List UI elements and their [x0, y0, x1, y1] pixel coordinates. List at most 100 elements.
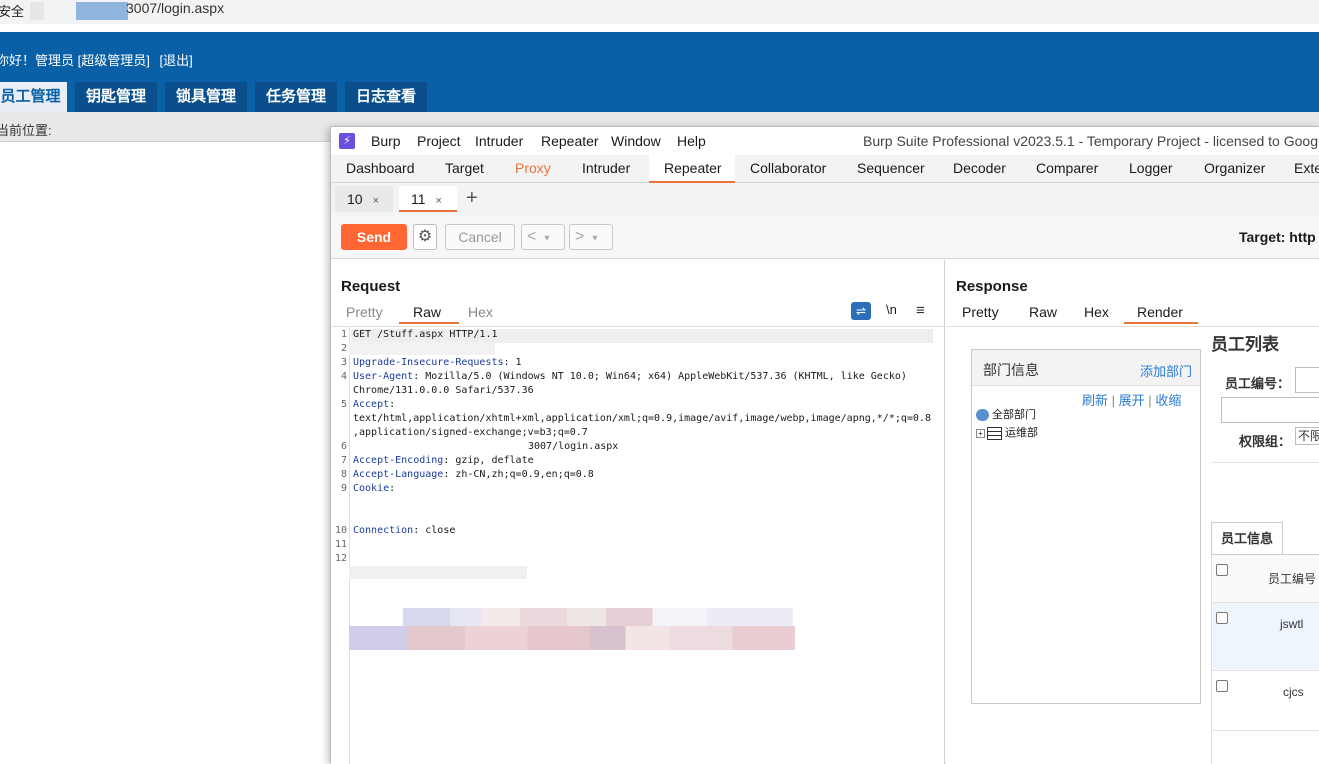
menu-intruder[interactable]: Intruder: [475, 133, 523, 149]
menu-window[interactable]: Window: [611, 133, 661, 149]
employee-id-input[interactable]: [1295, 367, 1319, 393]
forward-button[interactable]: > ▾: [569, 224, 613, 250]
tab-organizer[interactable]: Organizer: [1204, 160, 1265, 176]
repeater-tab-label: 11: [411, 191, 426, 207]
response-view-hex[interactable]: Hex: [1084, 304, 1109, 320]
table-row[interactable]: cjcs: [1212, 671, 1319, 731]
tab-collaborator[interactable]: Collaborator: [750, 160, 826, 176]
table-header-row: 员工编号: [1212, 555, 1319, 603]
tab-dashboard[interactable]: Dashboard: [346, 160, 415, 176]
request-view-hex[interactable]: Hex: [468, 304, 493, 320]
tab-logger[interactable]: Logger: [1129, 160, 1173, 176]
group-select[interactable]: 不限: [1295, 427, 1319, 445]
tab-extensions[interactable]: Exte: [1294, 160, 1319, 176]
tab-decoder[interactable]: Decoder: [953, 160, 1006, 176]
nav-tab-tasks[interactable]: 任务管理: [255, 82, 337, 112]
wrap-lines-icon[interactable]: ⇌: [851, 302, 871, 320]
nav-tab-keys[interactable]: 钥匙管理: [75, 82, 157, 112]
line-number: 9: [340, 483, 347, 494]
select-all-checkbox[interactable]: [1216, 564, 1228, 576]
welcome-text: 你好！管理员 [超级管理员] [退出]: [0, 50, 199, 69]
logout-link[interactable]: [退出]: [159, 53, 192, 68]
redacted-cookie: [403, 608, 793, 626]
cell-employee-id: jswtl: [1280, 617, 1304, 631]
header-key: Cookie: [353, 483, 390, 494]
add-tab-icon[interactable]: +: [466, 187, 478, 210]
row-checkbox[interactable]: [1216, 612, 1228, 624]
settings-gear-icon[interactable]: ⚙: [413, 224, 437, 250]
header-value: : close: [413, 525, 456, 536]
security-label[interactable]: 安全: [0, 1, 24, 20]
breadcrumb-label: 当前位置:: [0, 123, 52, 138]
tree-root[interactable]: 全部部门: [976, 406, 1036, 422]
row-checkbox[interactable]: [1216, 680, 1228, 692]
browser-address-bar[interactable]: 安全 3007/login.aspx: [0, 0, 1319, 24]
dept-title: 部门信息: [983, 362, 1039, 378]
group-label: 权限组：: [1239, 434, 1292, 449]
search-input[interactable]: [1221, 397, 1319, 423]
code-line: Accept-Language: zh-CN,zh;q=0.9,en;q=0.8: [353, 469, 594, 480]
expand-toggle-icon[interactable]: +: [976, 428, 985, 438]
tree-node-ops[interactable]: + 运维部: [976, 424, 1038, 440]
dept-panel: 部门信息 添加部门 刷新 | 展开 | 收缩 全部部门 + 运维部: [971, 349, 1201, 704]
header-value: : zh-CN,zh;q=0.9,en;q=0.8: [443, 469, 594, 480]
chevron-down-icon[interactable]: ▾: [592, 233, 597, 244]
nav-tab-logs[interactable]: 日志查看: [345, 82, 427, 112]
forward-arrow-icon: >: [575, 228, 585, 245]
table-row[interactable]: jswtl: [1212, 603, 1319, 671]
menu-repeater[interactable]: Repeater: [541, 133, 599, 149]
menu-burp[interactable]: Burp: [371, 133, 401, 149]
response-view-render[interactable]: Render: [1137, 304, 1183, 320]
tree-node-label: 运维部: [1005, 427, 1038, 439]
newline-toggle-icon[interactable]: \n: [886, 302, 897, 317]
employee-table: 员工编号 jswtl cjcs: [1211, 555, 1319, 764]
close-icon[interactable]: ×: [436, 195, 442, 207]
target-label[interactable]: Target: http: [1239, 229, 1316, 245]
tab-comparer[interactable]: Comparer: [1036, 160, 1098, 176]
line-number: 1: [340, 329, 347, 340]
expand-link[interactable]: 展开: [1119, 393, 1145, 408]
response-view-raw[interactable]: Raw: [1029, 304, 1057, 320]
dept-actions: 刷新 | 展开 | 收缩: [1082, 390, 1181, 409]
tab-proxy[interactable]: Proxy: [515, 160, 551, 176]
tab-repeater[interactable]: Repeater: [664, 160, 722, 176]
user-greeting: 你好！管理员 [超级管理员]: [0, 53, 150, 68]
url-text[interactable]: 3007/login.aspx: [126, 0, 224, 16]
back-button[interactable]: < ▾: [521, 224, 565, 250]
browser-strip: [0, 24, 1319, 32]
code-line: text/html,application/xhtml+xml,applicat…: [353, 413, 931, 424]
menu-icon[interactable]: ≡: [916, 302, 925, 319]
tab-intruder[interactable]: Intruder: [582, 160, 630, 176]
nav-tab-staff[interactable]: 员工管理: [0, 82, 67, 112]
code-line: Accept:: [353, 399, 395, 410]
close-icon[interactable]: ×: [373, 195, 379, 207]
collapse-link[interactable]: 收缩: [1155, 393, 1181, 408]
tab-sequencer[interactable]: Sequencer: [857, 160, 925, 176]
nav-tab-locks[interactable]: 锁具管理: [165, 82, 247, 112]
repeater-tab-11[interactable]: 11 ×: [399, 186, 457, 212]
divider: [1211, 462, 1319, 463]
repeater-tab-10[interactable]: 10 ×: [335, 186, 393, 212]
tab-employee-info[interactable]: 员工信息: [1211, 522, 1283, 554]
grid-icon: [987, 426, 1002, 440]
response-view-pretty[interactable]: Pretty: [962, 304, 999, 320]
line-number: 6: [340, 441, 347, 452]
header-value: : gzip, deflate: [443, 455, 534, 466]
chevron-down-icon[interactable]: ▾: [544, 233, 549, 244]
refresh-link[interactable]: 刷新: [1082, 393, 1108, 408]
line-number: 4: [340, 371, 347, 382]
add-dept-link[interactable]: 添加部门: [1140, 361, 1192, 380]
code-line: ,application/signed-exchange;v=b3;q=0.7: [353, 427, 588, 438]
cancel-button[interactable]: Cancel: [445, 224, 515, 250]
request-view-pretty[interactable]: Pretty: [346, 304, 383, 320]
employee-list-title: 员工列表: [1211, 335, 1279, 354]
tab-target[interactable]: Target: [445, 160, 484, 176]
cell-employee-id: cjcs: [1283, 685, 1304, 699]
code-line: Upgrade-Insecure-Requests: 1: [353, 357, 522, 368]
menu-project[interactable]: Project: [417, 133, 461, 149]
tree-root-label: 全部部门: [992, 409, 1036, 421]
menu-help[interactable]: Help: [677, 133, 706, 149]
request-view-raw[interactable]: Raw: [413, 304, 441, 320]
send-button[interactable]: Send: [341, 224, 407, 250]
header-value: : 1: [503, 357, 522, 368]
